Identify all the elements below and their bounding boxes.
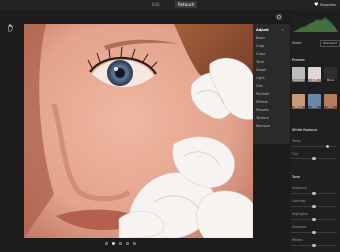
menu-item[interactable]: Texture: [256, 116, 269, 120]
preset-thumbnail-label: Soft: [308, 79, 321, 82]
page-dot[interactable]: [126, 242, 129, 245]
slider-label: Contrast: [292, 199, 306, 203]
menu-item[interactable]: Crop: [256, 44, 264, 48]
page-dot[interactable]: [105, 242, 108, 245]
preset-thumbnail[interactable]: Vivid: [324, 94, 337, 109]
portrait-image: [24, 24, 253, 238]
hand-tool-icon[interactable]: [6, 23, 15, 32]
preset-thumbnail[interactable]: Original: [292, 67, 305, 82]
menu-item[interactable]: Remove: [256, 124, 270, 128]
slider-label: Highlights: [292, 212, 309, 216]
slider-track[interactable]: [291, 191, 337, 196]
menu-item[interactable]: Color: [256, 52, 265, 56]
page-dot[interactable]: [133, 242, 136, 245]
favorites-label[interactable]: Favorites: [320, 3, 336, 7]
slider-knob[interactable]: [312, 217, 316, 222]
menu-close-icon[interactable]: ×: [281, 28, 284, 32]
menu-item[interactable]: Portrait: [256, 92, 269, 96]
preset-thumbnail[interactable]: Soft: [308, 67, 321, 82]
preset-thumbnail-label: Vivid: [324, 106, 337, 109]
slider-track[interactable]: [291, 156, 337, 161]
mode-select[interactable]: Standard: [320, 40, 340, 47]
histogram: [293, 17, 338, 32]
right-panel: Mode Standard Presets Original Soft Mono…: [290, 10, 340, 252]
menu-item[interactable]: Tone: [256, 60, 264, 64]
menu-item[interactable]: Film: [256, 84, 263, 88]
menu-item[interactable]: Presets: [256, 108, 269, 112]
slider-track[interactable]: [291, 217, 337, 222]
slider-track[interactable]: [291, 204, 337, 209]
slider-label: Shadows: [292, 225, 307, 229]
slider-track[interactable]: [291, 243, 337, 248]
top-bar: Edit Retouch ♥ Favorites: [0, 0, 340, 10]
slider-knob[interactable]: [312, 204, 316, 209]
slider-knob[interactable]: [312, 243, 316, 248]
presets-section-title[interactable]: Presets: [292, 58, 305, 62]
menu-header: Adjust: [256, 28, 269, 32]
left-toolbar: [0, 10, 24, 252]
heart-icon[interactable]: ♥: [314, 2, 318, 8]
page-dot[interactable]: [119, 242, 122, 245]
menu-item[interactable]: Basic: [256, 36, 265, 40]
adjustment-menu: Adjust × Basic Crop Color Tone Detail Li…: [253, 24, 290, 144]
tab-retouch[interactable]: Retouch: [175, 1, 198, 8]
slider-label: Exposure: [292, 186, 307, 190]
page-dot[interactable]: [112, 242, 115, 245]
slider-label: Tint: [292, 152, 299, 156]
slider-knob[interactable]: [312, 156, 316, 161]
photo-canvas[interactable]: [24, 24, 253, 238]
menu-item[interactable]: Effects: [256, 100, 268, 104]
white-balance-section-title[interactable]: White Balance: [292, 128, 317, 132]
preset-thumbnail-label: Cool: [308, 106, 321, 109]
slider-track[interactable]: [291, 144, 337, 149]
menu-item[interactable]: Detail: [256, 68, 266, 72]
tab-edit[interactable]: Edit: [149, 2, 163, 7]
tone-section-title[interactable]: Tone: [292, 175, 300, 179]
preset-thumbnail-label: Warm: [292, 106, 305, 109]
mode-label: Mode: [292, 41, 302, 45]
preset-thumbnail[interactable]: Mono: [324, 67, 337, 82]
slider-track[interactable]: [291, 230, 337, 235]
preset-thumbnail-label: Mono: [324, 79, 337, 82]
slider-knob[interactable]: [312, 230, 316, 235]
preset-thumbnail[interactable]: Warm: [292, 94, 305, 109]
gear-icon[interactable]: [275, 13, 283, 21]
preset-thumbnail[interactable]: Cool: [308, 94, 321, 109]
menu-item[interactable]: Light: [256, 76, 265, 80]
slider-knob[interactable]: [312, 191, 316, 196]
slider-label: Temp: [292, 139, 301, 143]
slider-label: Whites: [292, 238, 303, 242]
preset-thumbnail-label: Original: [292, 79, 305, 82]
